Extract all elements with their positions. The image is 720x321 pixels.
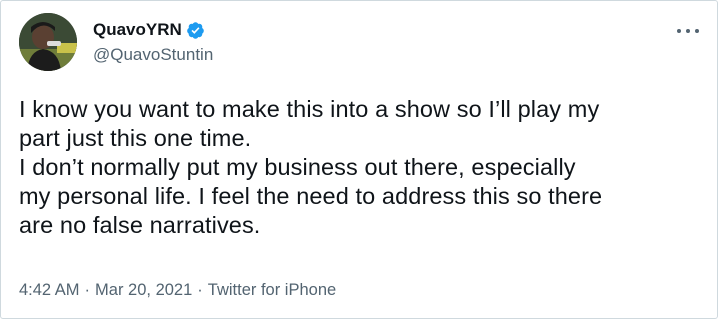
author-name-row: QuavoYRN (93, 19, 205, 41)
tweet-time[interactable]: 4:42 AM (19, 281, 80, 300)
author-display-name[interactable]: QuavoYRN (93, 20, 182, 40)
tweet-text-line: my personal life. I feel the need to add… (19, 183, 603, 209)
more-options-icon[interactable] (677, 23, 699, 39)
tweet-text: I know you want to make this into a show… (19, 95, 703, 240)
tweet-date[interactable]: Mar 20, 2021 (95, 281, 192, 300)
more-dot (695, 29, 699, 33)
tweet-card: QuavoYRN @QuavoStuntin I know you want t… (0, 0, 718, 319)
meta-separator: · (197, 281, 203, 299)
more-dot (677, 29, 681, 33)
tweet-text-line: I know you want to make this into a show… (19, 96, 600, 122)
tweet-text-line: part just this one time. (19, 125, 252, 151)
profile-photo-icon (19, 13, 77, 71)
tweet-source[interactable]: Twitter for iPhone (208, 281, 336, 300)
tweet-text-line: I don’t normally put my business out the… (19, 154, 576, 180)
meta-separator: · (84, 281, 91, 299)
tweet-text-line: are no false narratives. (19, 212, 261, 238)
author-handle[interactable]: @QuavoStuntin (93, 45, 213, 65)
tweet-meta: 4:42 AM · Mar 20, 2021 · Twitter for iPh… (19, 281, 336, 300)
verified-badge-icon (186, 21, 204, 39)
more-dot (686, 29, 690, 33)
avatar[interactable] (19, 13, 77, 71)
